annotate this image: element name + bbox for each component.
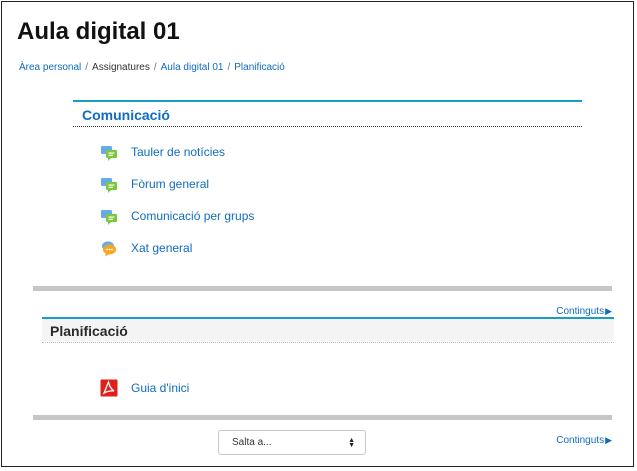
forum-icon (100, 207, 118, 225)
breadcrumb-separator: / (85, 62, 89, 73)
triangle-right-icon: ▶ (605, 306, 612, 316)
contents-link-label[interactable]: Continguts (556, 306, 604, 317)
forum-icon (100, 175, 118, 193)
breadcrumb: Àrea personal / Assignatures / Aula digital … (19, 61, 285, 75)
activity-label[interactable]: Xat general (131, 240, 192, 256)
breadcrumb-item-planning[interactable]: Planificació (234, 62, 285, 73)
breadcrumb-item-course[interactable]: Aula digital 01 (161, 62, 224, 73)
activity-label[interactable]: Tauler de notícies (131, 144, 225, 160)
activity-news-forum[interactable]: Tauler de notícies (100, 143, 225, 161)
breadcrumb-item-personal-area[interactable]: Àrea personal (19, 62, 81, 73)
section-planning-header: Planificació (42, 317, 614, 341)
section-communication-title[interactable]: Comunicació (73, 102, 582, 124)
breadcrumb-item-subjects: Assignatures (92, 62, 150, 73)
activity-label[interactable]: Guia d'inici (131, 380, 189, 396)
breadcrumb-separator: / (153, 62, 157, 73)
section-communication-header: Comunicació (73, 100, 582, 127)
forum-icon (100, 143, 118, 161)
activity-group-communication[interactable]: Comunicació per grups (100, 207, 254, 225)
section-divider (73, 126, 582, 127)
course-page: Aula digital 01 Àrea personal / Assignatur… (1, 1, 634, 467)
activity-label[interactable]: Comunicació per grups (131, 208, 254, 224)
pdf-icon (100, 379, 118, 397)
activity-label[interactable]: Fòrum general (131, 176, 209, 192)
activity-general-chat[interactable]: Xat general (100, 239, 192, 257)
section-divider (42, 342, 614, 343)
section-separator (33, 286, 612, 291)
activity-general-forum[interactable]: Fòrum general (100, 175, 209, 193)
activity-getting-started-guide[interactable]: Guia d'inici (100, 379, 189, 397)
jump-to-selected-value[interactable]: Salta a... (232, 437, 271, 448)
page-title: Aula digital 01 (17, 18, 180, 45)
jump-to-select[interactable]: Salta a... ▲ ▼ (218, 430, 366, 455)
section-separator (33, 415, 612, 420)
contents-link[interactable]: Continguts▶ (556, 433, 612, 448)
chat-icon (100, 239, 118, 257)
section-planning-title[interactable]: Planificació (42, 319, 614, 340)
triangle-right-icon: ▶ (605, 435, 612, 445)
sort-arrows-icon: ▲ ▼ (348, 436, 355, 449)
contents-link-label[interactable]: Continguts (556, 435, 604, 446)
breadcrumb-separator: / (227, 62, 231, 73)
